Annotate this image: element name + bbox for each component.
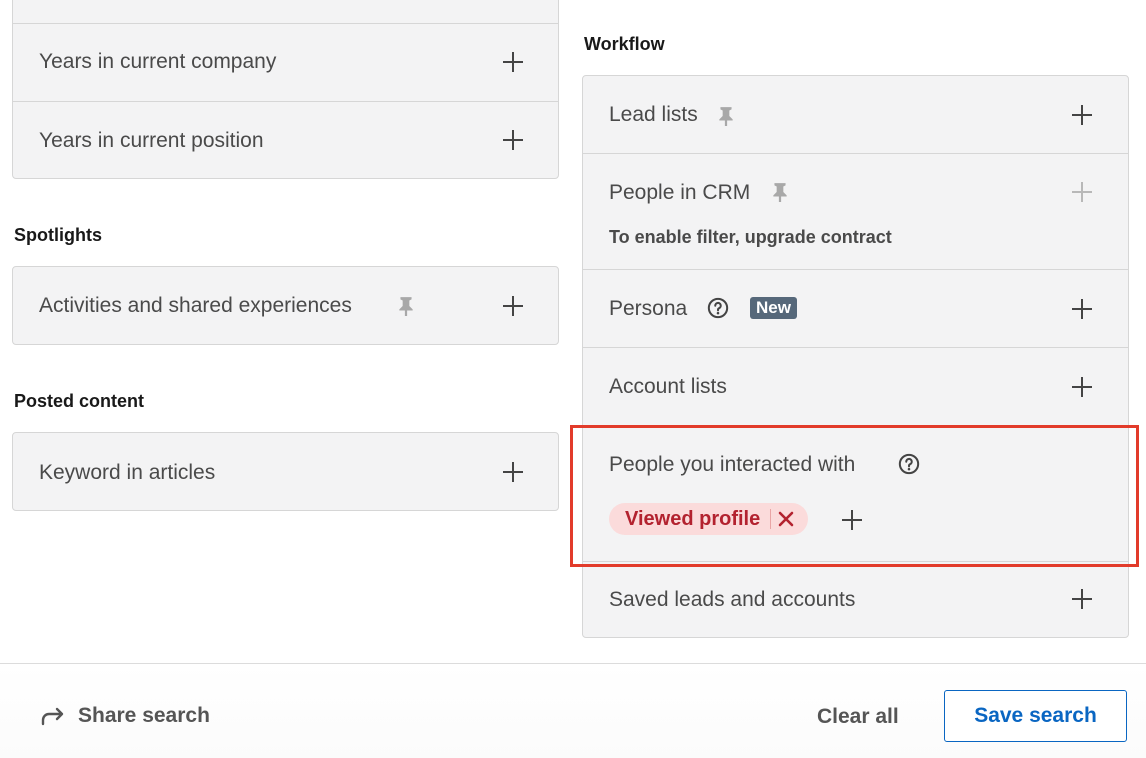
- filter-persona[interactable]: Persona New: [583, 270, 1128, 348]
- filter-lead-lists[interactable]: Lead lists: [583, 76, 1128, 154]
- share-search-button[interactable]: Share search: [40, 704, 210, 728]
- add-icon[interactable]: [503, 462, 523, 482]
- filter-label: Account lists: [609, 375, 727, 398]
- footer-bar: Share search Clear all Save search: [0, 663, 1146, 758]
- pin-icon[interactable]: [397, 296, 415, 316]
- filter-activities-shared-experiences[interactable]: Activities and shared experiences: [13, 267, 558, 344]
- section-title-spotlights: Spotlights: [14, 225, 102, 245]
- filters-card-experience: Years in current company Years in curren…: [12, 0, 559, 179]
- clear-all-button[interactable]: Clear all: [817, 705, 899, 729]
- section-title-workflow: Workflow: [584, 34, 665, 54]
- filter-label: Years in current position: [39, 129, 264, 152]
- filter-label: Persona: [609, 297, 688, 320]
- pin-icon[interactable]: [717, 106, 735, 126]
- filter-years-in-current-position[interactable]: Years in current position: [13, 102, 558, 178]
- filter-label: People in CRM: [609, 181, 751, 204]
- filters-card-spotlights: Activities and shared experiences: [12, 266, 559, 345]
- save-search-button[interactable]: Save search: [944, 690, 1127, 742]
- pin-icon[interactable]: [771, 182, 789, 202]
- filter-years-in-current-company[interactable]: Years in current company: [13, 24, 558, 102]
- filter-keyword-in-articles[interactable]: Keyword in articles: [13, 433, 558, 510]
- add-icon[interactable]: [1072, 589, 1092, 609]
- filter-account-lists[interactable]: Account lists: [583, 348, 1128, 426]
- filter-label: Activities and shared experiences: [39, 294, 352, 317]
- filter-label: Keyword in articles: [39, 461, 216, 484]
- upgrade-note: To enable filter, upgrade contract: [609, 227, 892, 247]
- filter-row-placeholder-top: [13, 0, 558, 24]
- new-badge: New: [750, 297, 797, 319]
- add-icon-disabled: [1072, 182, 1092, 202]
- add-icon[interactable]: [503, 52, 523, 72]
- share-arrow-icon: [41, 707, 64, 726]
- add-icon[interactable]: [1072, 299, 1092, 319]
- help-icon[interactable]: [707, 297, 729, 319]
- filter-saved-leads-and-accounts[interactable]: Saved leads and accounts: [583, 562, 1128, 637]
- add-icon[interactable]: [1072, 105, 1092, 125]
- filter-label: Saved leads and accounts: [609, 588, 856, 611]
- share-search-label: Share search: [78, 704, 210, 727]
- add-icon[interactable]: [1072, 377, 1092, 397]
- filters-card-posted-content: Keyword in articles: [12, 432, 559, 511]
- filter-label: Lead lists: [609, 103, 698, 126]
- filter-people-in-crm: People in CRM To enable filter, upgrade …: [583, 154, 1128, 270]
- filter-label: Years in current company: [39, 50, 277, 73]
- add-icon[interactable]: [503, 296, 523, 316]
- section-title-posted-content: Posted content: [14, 391, 145, 411]
- add-icon[interactable]: [503, 130, 523, 150]
- highlight-box: [570, 425, 1139, 567]
